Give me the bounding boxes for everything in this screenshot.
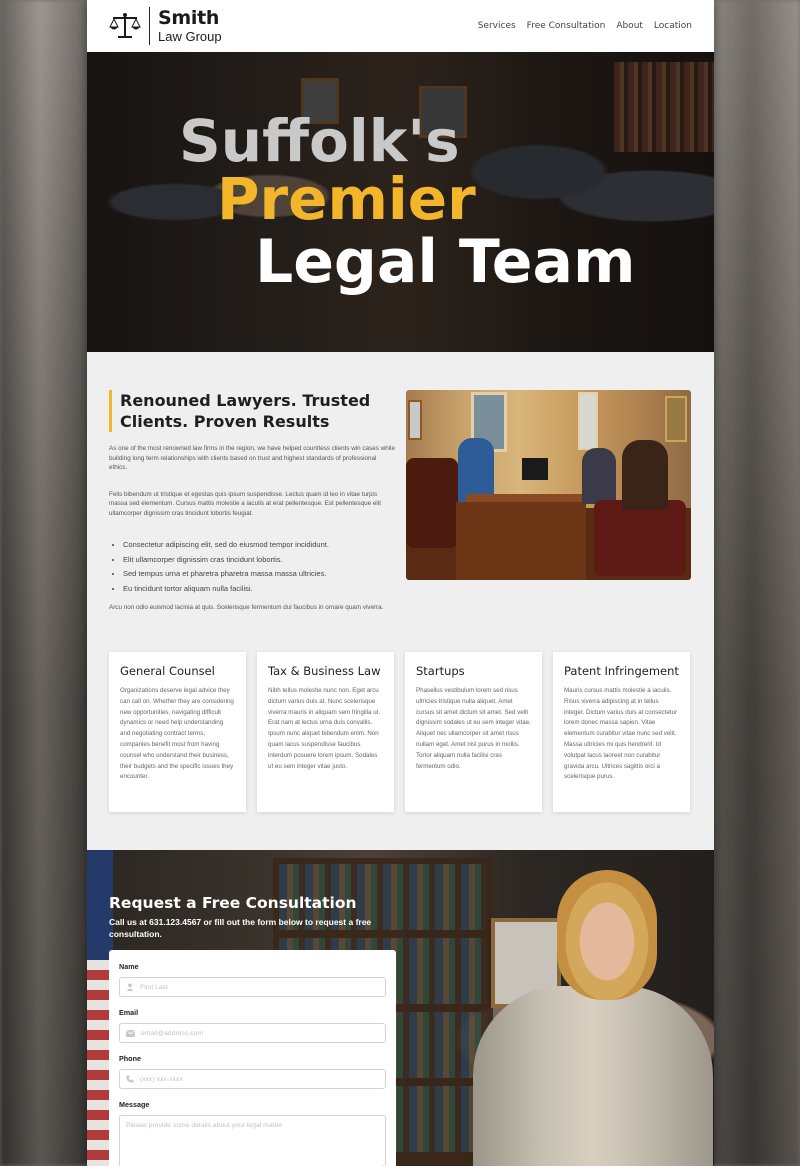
monitor-image — [522, 458, 548, 480]
nav-free-consultation[interactable]: Free Consultation — [527, 21, 606, 31]
logo-subtitle: Law Group — [158, 29, 222, 44]
hero-line-1: Suffolk's — [179, 107, 460, 175]
service-description: Organizations deserve legal advice they … — [120, 687, 234, 781]
hero-banner: Suffolk's Premier Legal Team — [87, 52, 714, 352]
person-image — [582, 448, 616, 504]
list-item: Eu tincidunt tortor aliquam nulla facili… — [123, 582, 395, 597]
wall-frame-image — [408, 400, 422, 440]
consultation-subtext: Call us at 631.123.4567 or fill out the … — [109, 917, 372, 939]
service-card-startups: Startups Phasellus vestibulum lorem sed … — [405, 652, 542, 812]
window-image — [578, 392, 598, 450]
phone-input[interactable] — [140, 1075, 370, 1083]
about-paragraph-1: As one of the most renowned law firms in… — [109, 445, 395, 471]
consultation-heading: Request a Free Consultation — [109, 894, 357, 912]
email-label: Email — [119, 1008, 139, 1017]
phone-label: Phone — [119, 1054, 141, 1063]
service-description: Mauris cursus mattis molestie a iaculis.… — [564, 687, 678, 781]
service-card-tax-business-law: Tax & Business Law Nibh tellus molestie … — [257, 652, 394, 812]
page: Smith Law Group Services Free Consultati… — [87, 0, 714, 1166]
service-title: Startups — [416, 664, 465, 678]
name-label: Name — [119, 962, 139, 971]
nav-services[interactable]: Services — [478, 21, 516, 31]
message-textarea[interactable] — [119, 1115, 386, 1166]
name-input[interactable] — [140, 983, 370, 991]
hero-line-2: Premier — [217, 165, 476, 233]
hero-line-3: Legal Team — [255, 227, 636, 297]
chair-image — [406, 458, 458, 548]
service-description: Nibh tellus molestie nunc non. Eget arcu… — [268, 687, 381, 770]
wall-frame-image — [665, 396, 687, 442]
main-nav: Services Free Consultation About Locatio… — [478, 21, 692, 31]
email-field[interactable] — [119, 1023, 386, 1043]
envelope-icon — [126, 1029, 135, 1037]
phone-field[interactable] — [119, 1069, 386, 1089]
service-title: Tax & Business Law — [268, 664, 381, 678]
attorney-photo — [473, 986, 713, 1166]
chair-image — [594, 500, 686, 576]
about-bullet-list: Consectetur adipiscing elit, sed do eius… — [109, 538, 395, 596]
office-meeting-photo — [406, 390, 691, 580]
consultation-section: Request a Free Consultation Call us at 6… — [87, 850, 714, 1166]
logo-name: Smith — [158, 7, 220, 29]
person-image — [622, 440, 668, 510]
email-input[interactable] — [141, 1029, 371, 1037]
consultation-form: Name Email Phone — [109, 950, 396, 1166]
scales-of-justice-icon — [109, 13, 141, 38]
services-section: General Counsel Organizations deserve le… — [87, 610, 714, 850]
about-paragraph-2: Felis bibendum ut tristique et egestas q… — [109, 490, 381, 517]
about-heading: Renouned Lawyers. Trusted Clients. Prove… — [109, 390, 395, 432]
nav-location[interactable]: Location — [654, 21, 692, 31]
list-item: Sed tempus urna et pharetra pharetra mas… — [123, 567, 395, 582]
list-item: Consectetur adipiscing elit, sed do eius… — [123, 538, 395, 553]
attorney-photo-head — [557, 870, 657, 1000]
site-header: Smith Law Group Services Free Consultati… — [87, 0, 714, 52]
service-card-patent-infringement: Patent Infringement Mauris cursus mattis… — [553, 652, 690, 812]
service-card-general-counsel: General Counsel Organizations deserve le… — [109, 652, 246, 812]
name-field[interactable] — [119, 977, 386, 997]
phone-icon — [126, 1075, 134, 1083]
list-item: Elit ullamcorper dignissim cras tincidun… — [123, 553, 395, 568]
service-description: Phasellus vestibulum lorem sed risus ult… — [416, 687, 531, 770]
service-title: Patent Infringement — [564, 664, 679, 678]
nav-about[interactable]: About — [616, 21, 643, 31]
message-label: Message — [119, 1100, 150, 1109]
desk-image — [456, 502, 586, 580]
logo[interactable]: Smith Law Group — [109, 7, 222, 45]
about-text: Renouned Lawyers. Trusted Clients. Prove… — [109, 390, 395, 613]
service-title: General Counsel — [120, 664, 215, 678]
logo-divider — [149, 7, 150, 45]
user-icon — [126, 983, 134, 991]
logo-text: Smith Law Group — [158, 7, 222, 44]
